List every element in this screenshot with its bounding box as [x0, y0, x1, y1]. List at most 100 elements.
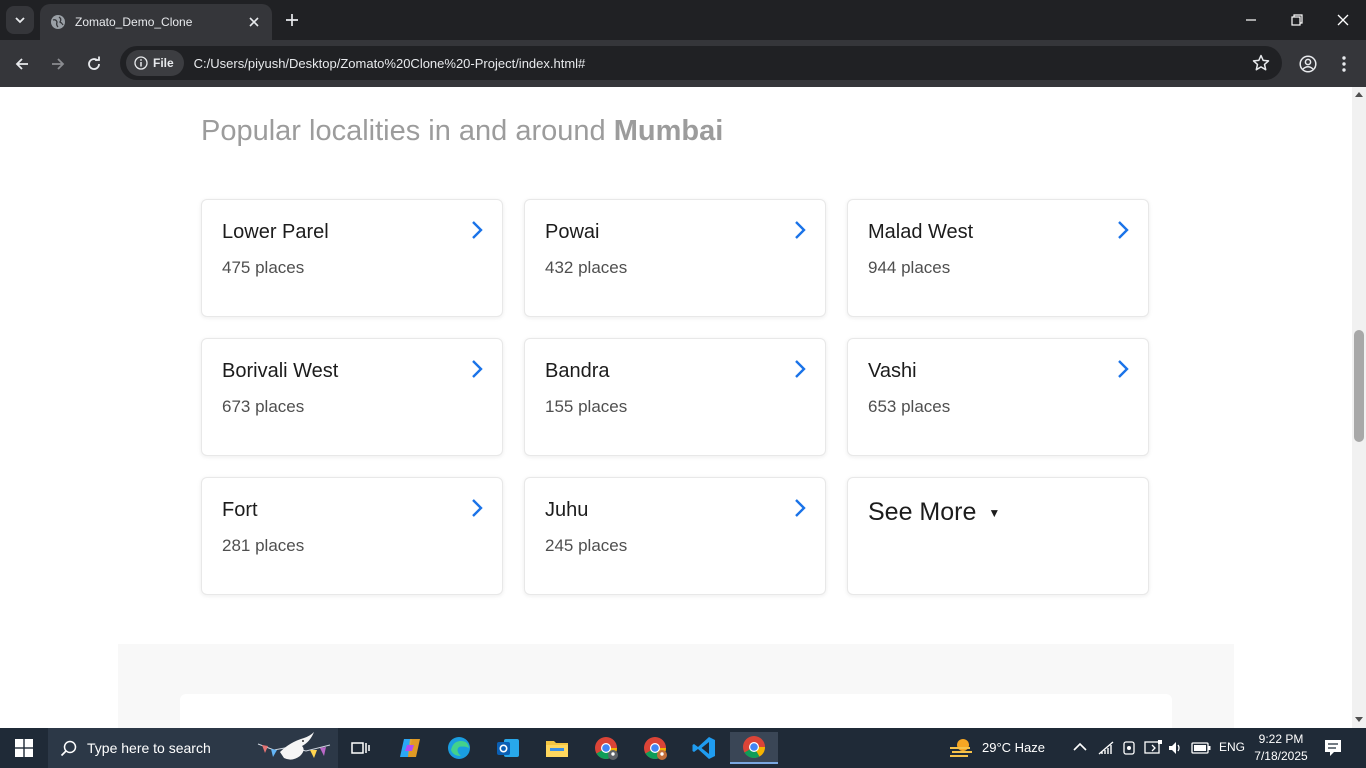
chevron-right-icon — [1118, 360, 1129, 378]
chevron-right-icon — [795, 499, 806, 517]
browser-tabbar: Zomato_Demo_Clone — [0, 0, 1366, 40]
locality-count: 944 places — [868, 258, 951, 277]
info-icon — [134, 56, 148, 70]
globe-icon — [51, 15, 65, 29]
search-placeholder: Type here to search — [87, 740, 211, 756]
locality-name: Malad West — [868, 221, 974, 243]
tab-search-button[interactable] — [6, 6, 34, 34]
notifications-icon[interactable] — [1324, 739, 1342, 757]
dove-decoration-icon — [257, 732, 331, 760]
taskbar-search[interactable]: Type here to search — [48, 728, 338, 768]
scroll-down-arrow-icon[interactable] — [1355, 715, 1363, 723]
wifi-icon[interactable] — [1098, 740, 1114, 756]
plus-icon — [286, 14, 298, 26]
edge-icon — [448, 737, 470, 759]
locality-card[interactable]: Powai 432 places — [524, 199, 826, 317]
tab-close-button[interactable] — [246, 14, 262, 30]
tab-title: Zomato_Demo_Clone — [75, 15, 193, 29]
site-info-chip[interactable]: File — [126, 50, 184, 76]
taskbar-clock[interactable]: 9:22 PM 7/18/2025 — [1246, 731, 1316, 765]
see-more-button[interactable]: See More ▼ — [868, 498, 1000, 527]
chevron-right-icon — [1118, 221, 1129, 239]
folder-icon — [546, 741, 568, 757]
windows-taskbar: Type here to search 29°C Haze ENG 9:22 P… — [0, 728, 1366, 768]
locality-card[interactable]: Bandra 155 places — [524, 338, 826, 456]
close-icon — [249, 17, 259, 27]
volume-icon[interactable] — [1167, 740, 1183, 756]
account-icon — [1299, 54, 1317, 73]
reload-icon — [88, 56, 100, 70]
task-view-button[interactable] — [340, 732, 380, 764]
search-icon — [60, 740, 77, 756]
next-section-background — [118, 644, 1234, 728]
scroll-up-arrow-icon[interactable] — [1355, 91, 1363, 99]
locality-card[interactable]: Vashi 653 places — [847, 338, 1149, 456]
scrollbar-thumb[interactable] — [1354, 330, 1364, 442]
locality-card[interactable]: Borivali West 673 places — [201, 338, 503, 456]
taskbar-app-outlook[interactable] — [488, 732, 528, 764]
outlook-icon — [497, 739, 519, 757]
chevron-right-icon — [472, 221, 483, 239]
taskbar-app-vscode[interactable] — [684, 732, 724, 764]
window-close-button[interactable] — [1320, 0, 1366, 40]
next-section-card — [180, 694, 1172, 728]
locality-count: 475 places — [222, 258, 305, 277]
site-info-label: File — [153, 56, 174, 70]
locality-name: Lower Parel — [222, 221, 329, 243]
see-more-card[interactable]: See More ▼ — [847, 477, 1149, 595]
taskbar-app-copilot[interactable] — [390, 732, 430, 764]
locality-card[interactable]: Lower Parel 475 places — [201, 199, 503, 317]
weather-haze-icon[interactable] — [948, 736, 974, 760]
locality-name: Borivali West — [222, 360, 339, 382]
task-view-icon — [351, 742, 370, 754]
minimize-button[interactable] — [1228, 0, 1274, 40]
arrow-right-icon — [52, 57, 65, 70]
address-bar[interactable]: File C:/Users/piyush/Desktop/Zomato%20Cl… — [120, 46, 1282, 80]
taskbar-app-chrome-active[interactable] — [730, 732, 778, 764]
chevron-right-icon — [472, 499, 483, 517]
browser-tab[interactable]: Zomato_Demo_Clone — [40, 4, 272, 40]
locality-name: Juhu — [545, 499, 589, 521]
bookmark-star-icon[interactable] — [1252, 54, 1270, 72]
restore-icon — [1291, 14, 1303, 26]
locality-name: Fort — [222, 499, 258, 521]
chevron-up-icon[interactable] — [1073, 742, 1087, 752]
taskbar-app-chrome-profile-2[interactable] — [635, 732, 675, 764]
battery-icon[interactable] — [1191, 741, 1211, 755]
clock-time: 9:22 PM — [1258, 732, 1304, 746]
device-icon[interactable] — [1121, 740, 1137, 756]
forward-button[interactable] — [43, 49, 73, 79]
weather-text[interactable]: 29°C Haze — [982, 740, 1045, 755]
chrome-icon — [743, 736, 765, 758]
display-icon[interactable] — [1144, 740, 1162, 756]
page-viewport: Popular localities in and around Mumbai … — [0, 87, 1352, 728]
locality-card[interactable]: Juhu 245 places — [524, 477, 826, 595]
start-button[interactable] — [0, 728, 48, 768]
locality-card[interactable]: Malad West 944 places — [847, 199, 1149, 317]
heading-prefix: Popular localities in and around — [201, 115, 614, 147]
restore-button[interactable] — [1274, 0, 1320, 40]
close-icon — [1337, 14, 1349, 26]
more-vert-icon — [1342, 55, 1346, 72]
profile-button[interactable] — [1296, 52, 1320, 76]
chevron-right-icon — [472, 360, 483, 378]
taskbar-app-file-explorer[interactable] — [537, 732, 577, 764]
browser-menu-button[interactable] — [1332, 52, 1356, 76]
see-more-label: See More — [868, 498, 977, 526]
taskbar-app-chrome-profile-1[interactable] — [586, 732, 626, 764]
locality-count: 281 places — [222, 536, 305, 555]
vscode-icon — [692, 737, 715, 759]
locality-count: 245 places — [545, 536, 628, 555]
language-indicator[interactable]: ENG — [1219, 740, 1245, 754]
chevron-right-icon — [795, 360, 806, 378]
locality-count: 653 places — [868, 397, 951, 416]
minimize-icon — [1246, 19, 1256, 21]
locality-card[interactable]: Fort 281 places — [201, 477, 503, 595]
new-tab-button[interactable] — [280, 8, 304, 32]
copilot-icon — [400, 739, 420, 757]
locality-count: 673 places — [222, 397, 305, 416]
page-scrollbar[interactable] — [1352, 87, 1366, 728]
taskbar-app-edge[interactable] — [439, 732, 479, 764]
back-button[interactable] — [7, 49, 37, 79]
reload-button[interactable] — [79, 49, 109, 79]
